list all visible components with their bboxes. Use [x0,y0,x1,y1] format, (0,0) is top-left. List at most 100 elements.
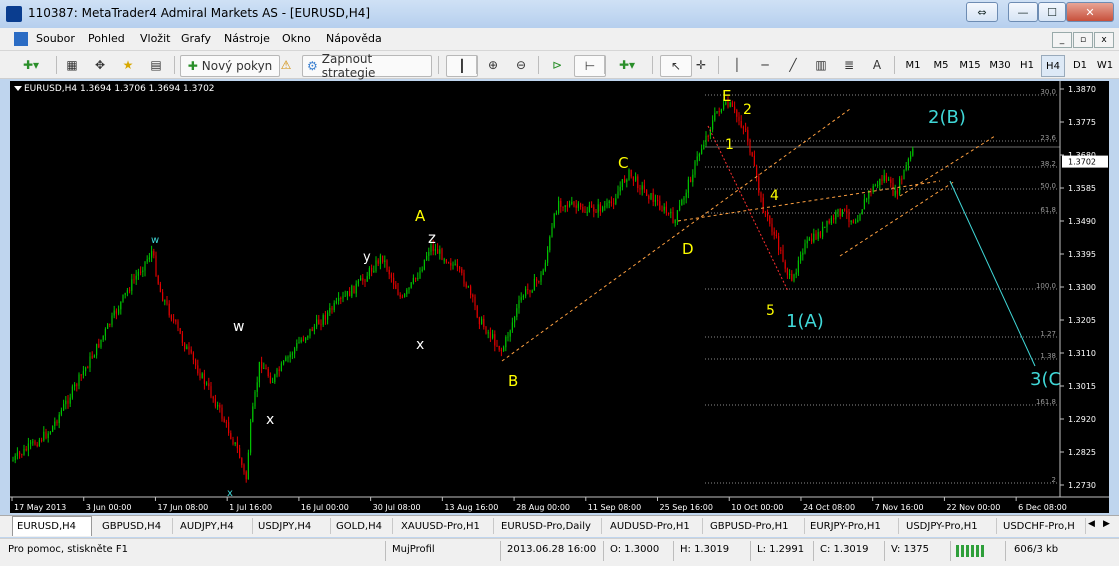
tab-xauusd-pro-h1[interactable]: XAUUSD-Pro,H1 [397,518,494,534]
price-chart[interactable]: 30.0 23.6 38.2 50.0 61.8 100.0 1.27 1.38 161.8 2 … [10,81,1109,513]
candle-body [283,360,285,364]
child-minimize-button[interactable]: _ [1052,32,1072,48]
menu-nastroje[interactable]: Nástroje [224,32,270,45]
candle-body [773,231,775,235]
menu-okno[interactable]: Okno [282,32,311,45]
tab-usdjpy-h4[interactable]: USDJPY,H4 [254,518,331,534]
horizontal-line-icon[interactable]: ─ [754,55,776,75]
fibonacci-icon[interactable]: ≣ [838,55,860,75]
tab-audjpy-h4[interactable]: AUDJPY,H4 [176,518,253,534]
period-h4[interactable]: H4 [1041,55,1065,77]
autotrading-button[interactable]: ⚙ Zapnout strategie [302,52,432,80]
candle-body [745,128,747,131]
new-chart-icon[interactable]: ✚▾ [14,55,48,75]
fib-level-label: 23.6 [1040,134,1056,142]
period-m5[interactable]: M5 [929,55,953,75]
candle-body [657,199,659,202]
maximize-button[interactable]: ☐ [1038,2,1066,22]
menu-pohled[interactable]: Pohled [88,32,125,45]
price-tick-label: 1.3585 [1068,184,1096,193]
period-m30[interactable]: M30 [986,55,1014,75]
period-d1[interactable]: D1 [1069,55,1091,75]
candle-body [593,207,595,212]
trendline-icon[interactable]: ╱ [782,55,804,75]
candle-body [313,326,315,332]
auto-scroll-icon[interactable]: ⊳ [546,55,568,75]
tab-usdjpy-pro-h1[interactable]: USDJPY-Pro,H1 [902,518,997,534]
cursor-icon[interactable]: ↖ [660,55,692,77]
title-bar[interactable]: 110387: MetaTrader4 Admiral Markets AS -… [0,0,1119,28]
candle-body [212,396,214,399]
candle-body [155,255,157,276]
tab-audusd-pro-h1[interactable]: AUDUSD-Pro,H1 [606,518,703,534]
profiles-icon[interactable]: ▦ [62,55,82,75]
favorites-star-icon[interactable]: ★ [118,55,138,75]
candle-body [901,178,903,180]
terminal-window-icon[interactable]: ▤ [146,55,166,75]
chart-canvas[interactable]: 30.023.638.250.061.8100.01.271.38161.82 … [10,81,1109,513]
crosshair-move-icon[interactable]: ✥ [90,55,110,75]
bar-chart-icon[interactable]: ┃ [446,55,478,77]
status-profile[interactable]: MujProfil [392,544,435,555]
candle-body [16,452,18,456]
status-open: O: 1.3000 [610,544,660,555]
menu-grafy[interactable]: Grafy [181,32,211,45]
alert-icon[interactable]: ⚠ [276,55,296,75]
candle-body [747,130,749,142]
channel-icon[interactable]: ▥ [810,55,832,75]
tab-scroll-right-icon[interactable]: ▶ [1103,519,1110,529]
candle-body [159,283,161,293]
close-button[interactable]: ✕ [1066,2,1114,22]
new-order-button[interactable]: ✚ Nový pokyn [180,55,280,77]
candle-body [445,259,447,263]
candle-body [305,337,307,341]
candle-body [687,179,689,193]
candle-body [269,375,271,383]
candle-body [487,332,489,334]
period-w1[interactable]: W1 [1094,55,1116,75]
zoom-out-icon[interactable]: ⊖ [510,55,532,75]
indicators-icon[interactable]: ✚▾ [612,55,642,75]
zoom-in-icon[interactable]: ⊕ [482,55,504,75]
candle-body [318,319,320,325]
text-tool-icon[interactable]: A [866,55,888,75]
tab-gbpusd-h4[interactable]: GBPUSD,H4 [98,518,173,534]
tab-scroll-left-icon[interactable]: ◀ [1088,519,1095,529]
crosshair-icon[interactable]: ✛ [690,55,712,75]
tab-gbpusd-pro-h1[interactable]: GBPUSD-Pro,H1 [706,518,805,534]
candle-body [676,210,678,221]
restore-size-button[interactable]: ⇔ [966,2,998,22]
candle-body [800,254,802,261]
candle-body [903,169,905,180]
chart-shift-icon[interactable]: ⊢ [574,55,606,77]
trendline-d-line [677,180,941,222]
candle-body [758,176,760,193]
candle-body [905,165,907,170]
vertical-line-icon[interactable]: │ [726,55,748,75]
tab-eurusd-h4[interactable]: EURUSD,H4 [12,516,92,536]
candle-body [775,234,777,237]
child-restore-button[interactable]: ▫ [1073,32,1093,48]
child-close-button[interactable]: x [1094,32,1114,48]
tab-gold-h4[interactable]: GOLD,H4 [332,518,393,534]
chart-window-icon[interactable] [14,32,28,46]
candle-body [797,260,799,273]
period-h1[interactable]: H1 [1016,55,1038,75]
candle-body [806,240,808,244]
tab-eurjpy-pro-h1[interactable]: EURJPY-Pro,H1 [806,518,899,534]
candle-body [740,120,742,127]
menu-napoveda[interactable]: Nápověda [326,32,382,45]
menu-soubor[interactable]: Soubor [36,32,75,45]
candle-body [841,209,843,216]
tab-eurusd-pro-daily[interactable]: EURUSD-Pro,Daily [497,518,602,534]
projection-line-3c [949,180,1036,367]
candle-body [489,332,491,338]
wave-label-z: z [428,229,436,247]
period-m15[interactable]: M15 [956,55,984,75]
candle-body [718,111,720,113]
period-m1[interactable]: M1 [901,55,925,75]
tab-usdchf-pro-h[interactable]: USDCHF-Pro,H [999,518,1086,534]
candle-body [135,275,137,280]
menu-vlozit[interactable]: Vložit [140,32,170,45]
minimize-button[interactable]: — [1008,2,1038,22]
